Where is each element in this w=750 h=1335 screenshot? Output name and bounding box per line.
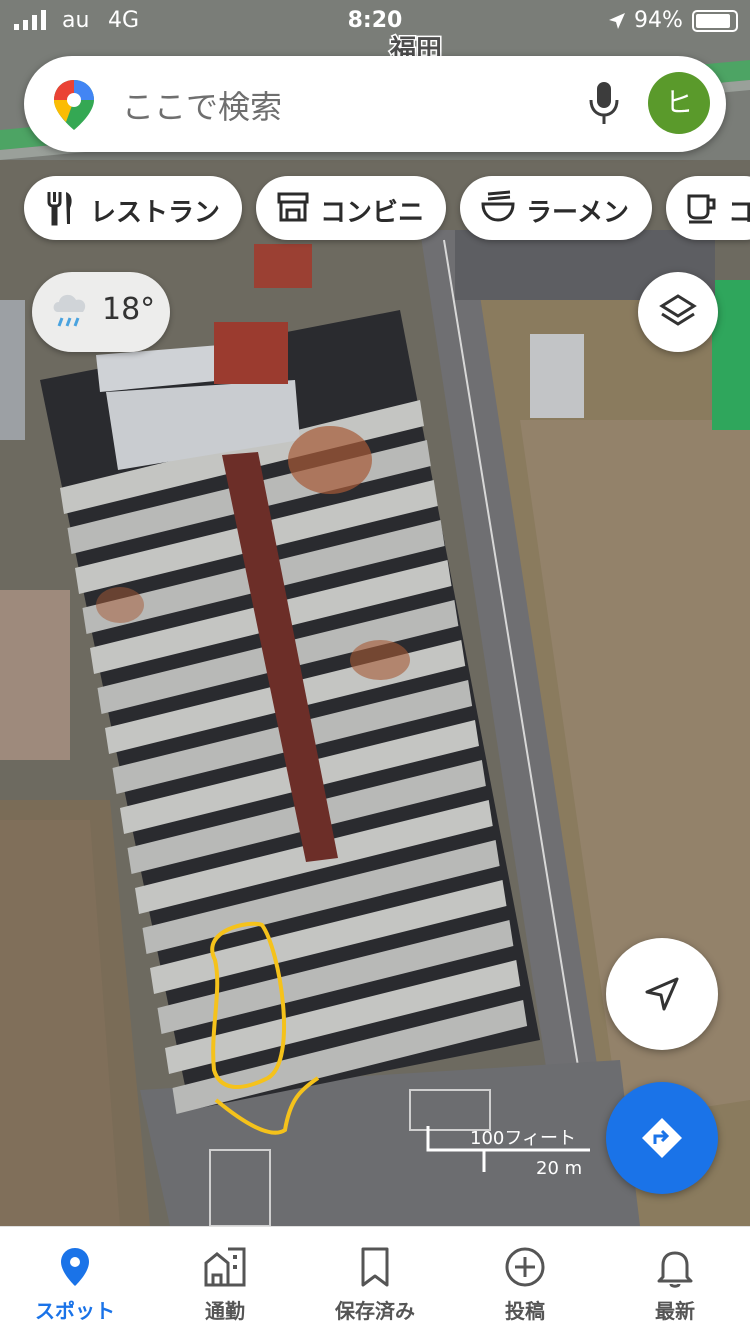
- map-scale: 100フィート 20 m: [426, 1120, 596, 1180]
- tab-saved[interactable]: 保存済み: [300, 1227, 450, 1335]
- bookmark-icon: [361, 1247, 389, 1287]
- google-maps-logo-icon: [54, 80, 94, 130]
- chip-label: レストラン: [90, 198, 221, 228]
- tab-label: 通勤: [205, 1299, 245, 1323]
- scale-bar-lines: [426, 1126, 590, 1172]
- directions-icon: [642, 1118, 682, 1158]
- chip-cafe[interactable]: コ: [666, 176, 750, 240]
- weather-badge[interactable]: 18°: [32, 272, 170, 352]
- tab-label: 保存済み: [335, 1299, 415, 1323]
- bottom-tab-bar: スポット 通勤 保存済み 投稿 最新: [0, 1226, 750, 1335]
- chip-label: ラーメン: [526, 198, 629, 228]
- tab-label: スポット: [35, 1299, 115, 1323]
- rain-cloud-icon: [53, 294, 86, 327]
- convenience-store-icon: [277, 192, 309, 222]
- layers-icon: [659, 294, 697, 326]
- search-bar[interactable]: ここで検索 ヒ: [24, 56, 726, 152]
- layers-button[interactable]: [638, 272, 718, 352]
- tab-spot[interactable]: スポット: [0, 1227, 150, 1335]
- navigation-arrow-icon: [645, 977, 679, 1011]
- chip-restaurant[interactable]: レストラン: [24, 176, 242, 240]
- ramen-icon: [481, 190, 515, 222]
- bell-icon: [657, 1251, 693, 1288]
- my-location-button[interactable]: [606, 938, 718, 1050]
- avatar[interactable]: ヒ: [648, 72, 710, 134]
- temperature: 18°: [102, 292, 156, 327]
- restaurant-icon: [47, 192, 72, 226]
- add-circle-icon: [505, 1247, 545, 1287]
- cafe-icon: [687, 194, 716, 224]
- tab-commute[interactable]: 通勤: [150, 1227, 300, 1335]
- microphone-icon[interactable]: [586, 80, 622, 128]
- chip-convenience-store[interactable]: コンビニ: [256, 176, 446, 240]
- chip-label: コ: [728, 198, 750, 228]
- category-chips: レストラン コンビニ ラーメン コ: [0, 176, 750, 242]
- chip-ramen[interactable]: ラーメン: [460, 176, 652, 240]
- tab-label: 投稿: [505, 1299, 545, 1323]
- location-arrow-icon: [609, 13, 625, 29]
- status-bar: au 4G 8:20 94%: [0, 0, 750, 40]
- directions-button[interactable]: [606, 1082, 718, 1194]
- battery-percent: 94%: [634, 8, 683, 33]
- chip-label: コンビニ: [320, 198, 425, 228]
- search-placeholder[interactable]: ここで検索: [122, 82, 282, 128]
- battery-icon: [692, 10, 738, 32]
- commute-building-icon: [204, 1247, 246, 1287]
- tab-label: 最新: [655, 1299, 695, 1323]
- tab-post[interactable]: 投稿: [450, 1227, 600, 1335]
- tab-updates[interactable]: 最新: [600, 1227, 750, 1335]
- location-pin-icon: [61, 1248, 89, 1286]
